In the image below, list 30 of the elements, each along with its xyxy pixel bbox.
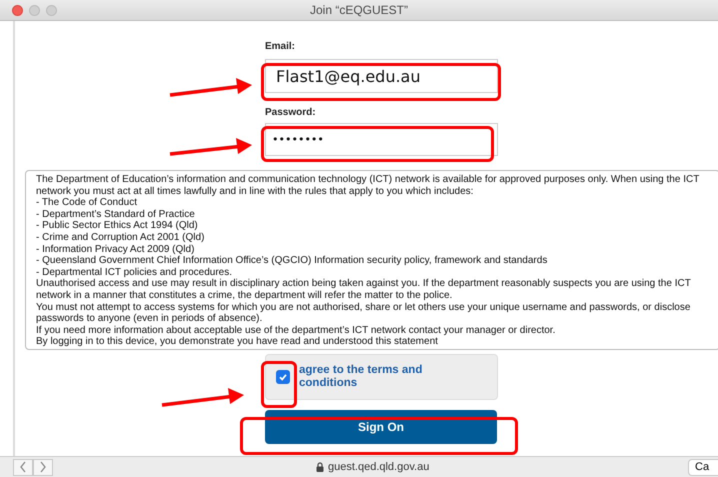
chevron-left-icon <box>19 461 27 473</box>
check-icon <box>278 372 288 382</box>
close-button[interactable] <box>12 4 23 16</box>
terms-paragraph: - Information Privacy Act 2009 (Qld) <box>36 244 196 256</box>
back-button[interactable] <box>13 458 33 476</box>
terms-paragraph: By logging in to this device, you demonstrate you have read and understood this statement <box>36 336 439 348</box>
password-field[interactable]: •••••••• <box>265 123 498 156</box>
terms-paragraph: - Public Sector Ethics Act 1994 (Qld) <box>36 220 199 232</box>
url-text: guest.qed.qld.gov.au <box>328 461 430 473</box>
highlight-box <box>261 361 297 408</box>
terms-paragraph: - Departmental ICT policies and procedures. <box>36 266 234 278</box>
email-field[interactable]: Flast1@eq.edu.au <box>265 59 498 93</box>
cancel-button[interactable]: Ca <box>688 458 718 476</box>
agree-checkbox[interactable] <box>276 370 290 384</box>
forward-button[interactable] <box>33 458 53 476</box>
terms-paragraph: - Department’s Standard of Practice <box>36 208 196 220</box>
terms-paragraph: You must not attempt to access systems for which you are not authorised, share or let others use your unique username and passwords, or disclose passwords to anyone (even in periods of absence). <box>36 302 692 325</box>
agree-label: agree to the terms and conditions <box>299 364 424 390</box>
terms-paragraph: Unauthorised access and use may result in disciplinary action being taken against you. If the department reasonably suspects you are using the ICT network in a manner that constitutes a crime, the department will refer the matter to the police. <box>36 278 692 302</box>
terms-paragraph: - Queensland Government Chief Information Office’s (QGCIO) Information security policy, framework and standards <box>36 255 548 267</box>
terms-paragraph: - The Code of Conduct <box>36 197 138 209</box>
terms-paragraph: - Crime and Corruption Act 2001 (Qld) <box>36 232 206 244</box>
lock-icon <box>316 462 324 472</box>
terms-paragraph: If you need more information about acceptable use of the department’s ICT network contact your manager or director. <box>36 324 556 336</box>
field-label: Password: <box>265 107 317 120</box>
window-title: Join “cEQGUEST” <box>310 3 408 17</box>
sign-on-button[interactable]: Sign On <box>265 410 497 444</box>
chevron-right-icon <box>39 461 47 473</box>
field-label: Email: <box>265 41 296 54</box>
terms-paragraph: The Department of Education’s information and communication technology (ICT) network is available for approved purposes only. When using the ICT network you must act at all times lawfully and in line with the rules that apply to you which includes: <box>36 174 700 198</box>
